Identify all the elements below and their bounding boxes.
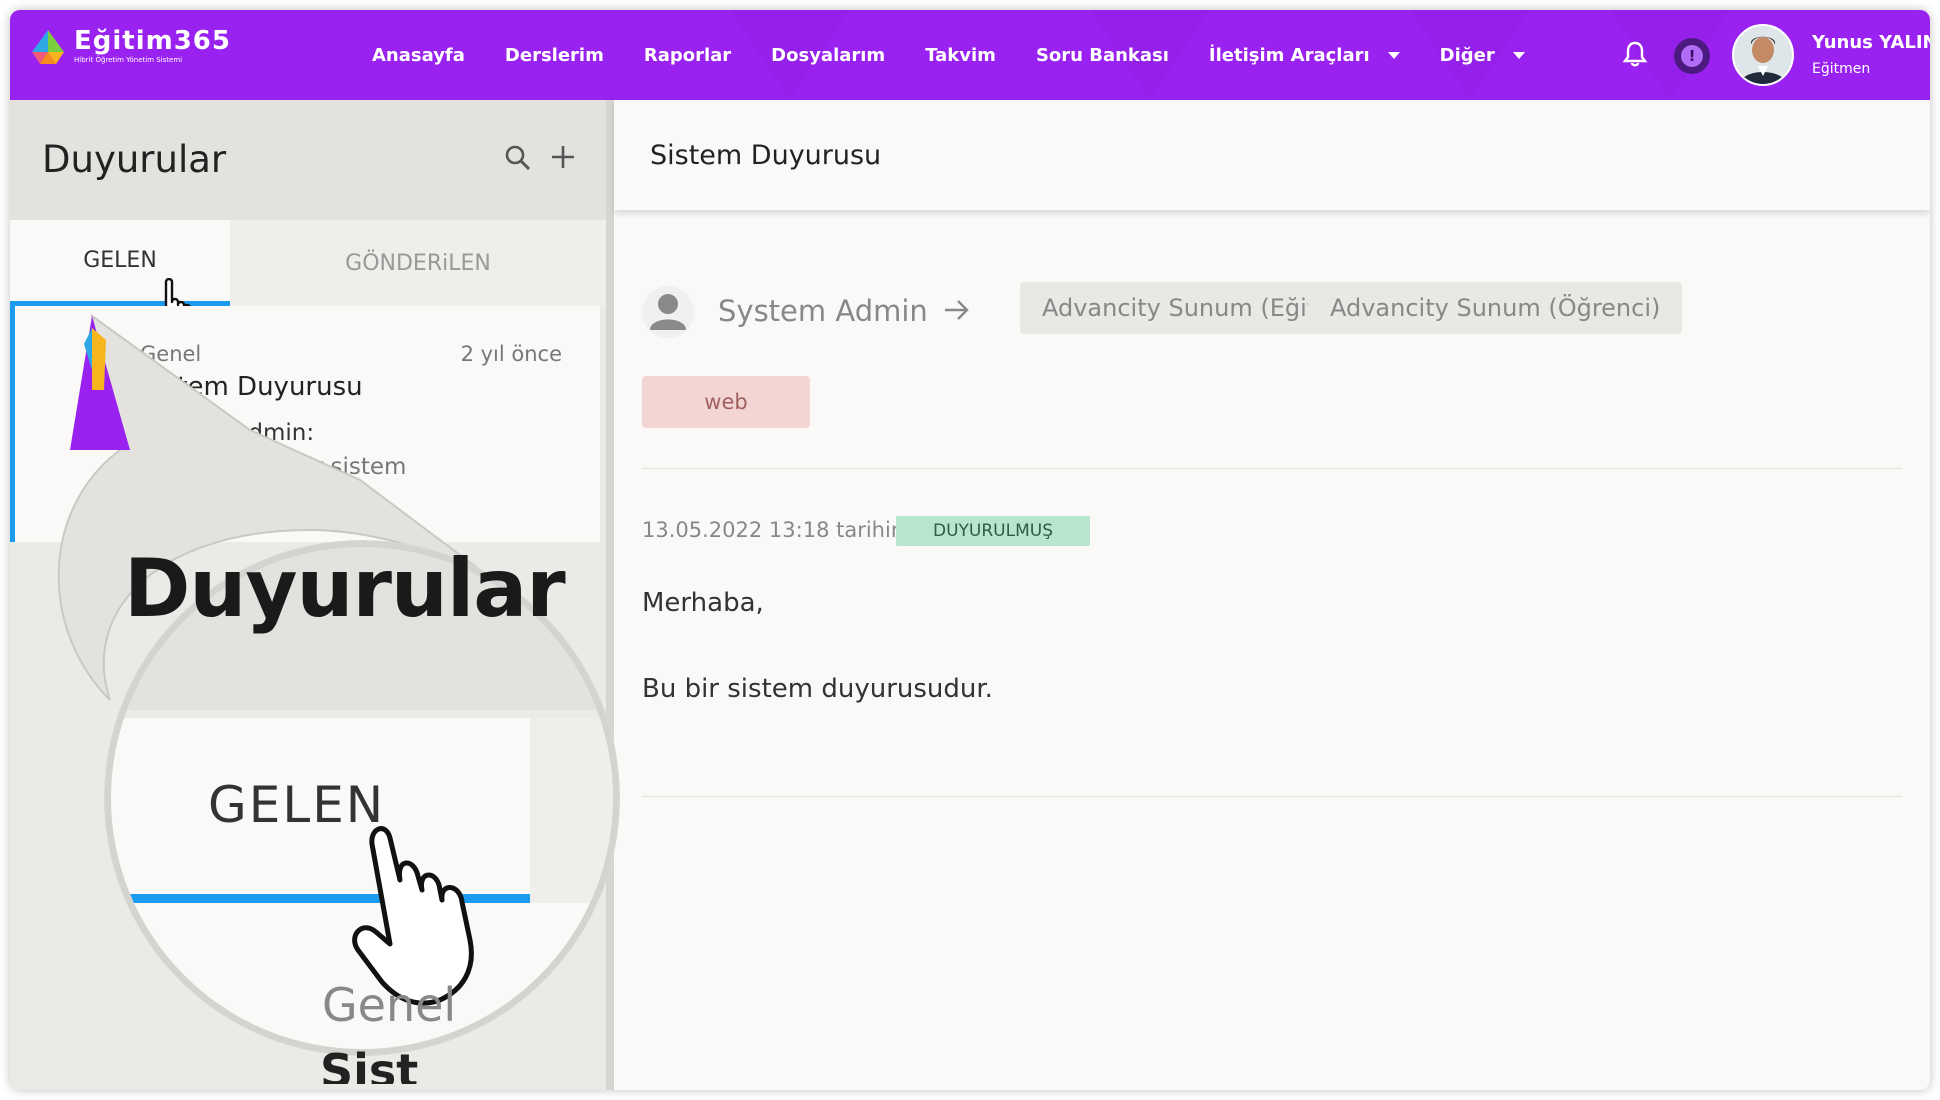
app-window: Eğitim365 Hibrit Öğretim Yönetim Sistemi… <box>10 10 1930 1090</box>
magnified-title: Duyurular <box>124 542 566 635</box>
magnified-tab-gelen: GELEN <box>208 776 386 834</box>
magnified-category: Genel <box>322 978 457 1032</box>
magnified-title-partial: Sist <box>320 1044 419 1084</box>
